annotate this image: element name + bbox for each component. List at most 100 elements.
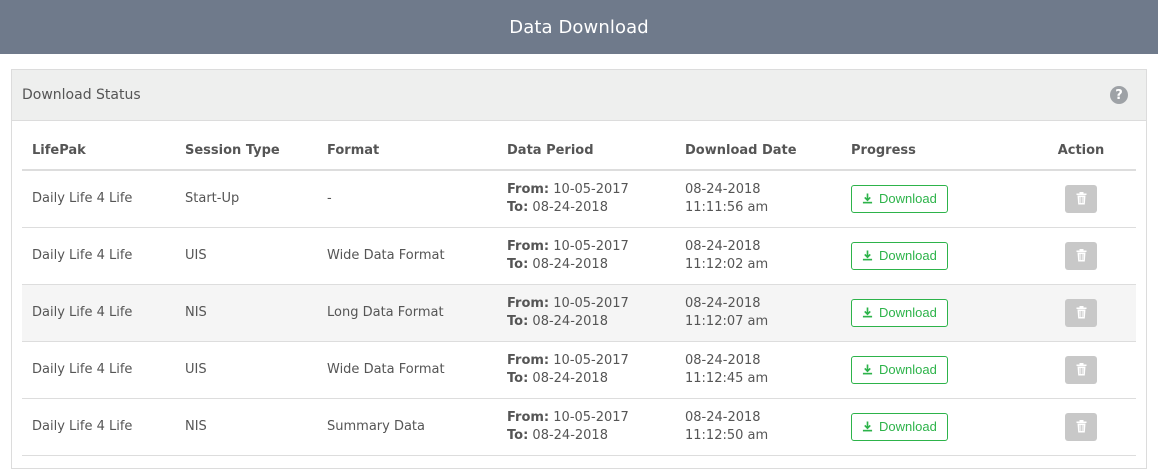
download-time: 11:12:02 am [685, 256, 769, 272]
column-header-action[interactable]: Action [1026, 132, 1136, 171]
session-type-cell: UIS [175, 227, 317, 285]
table-header-row: LifePak Session Type Format Data Period … [22, 132, 1136, 171]
trash-icon [1076, 420, 1086, 433]
trash-icon [1076, 363, 1086, 376]
data-period-cell: From: 10-05-2017 To: 08-24-2018 [497, 398, 675, 456]
download-date: 08-24-2018 [685, 295, 761, 311]
download-date-cell: 08-24-2018 11:12:02 am [675, 227, 841, 285]
session-type-cell: UIS [175, 341, 317, 399]
session-type-cell: NIS [175, 398, 317, 456]
column-header-lifepak[interactable]: LifePak [22, 132, 175, 171]
download-date: 08-24-2018 [685, 181, 761, 197]
column-header-progress[interactable]: Progress [841, 132, 1026, 171]
lifepak-cell: Daily Life 4 Life [22, 341, 175, 399]
lifepak-cell: Daily Life 4 Life [22, 170, 175, 228]
table-row: Daily Life 4 Life NIS Long Data Format F… [22, 284, 1136, 342]
format-cell: Wide Data Format [317, 341, 497, 399]
to-date: 08-24-2018 [532, 313, 608, 329]
delete-button[interactable] [1065, 298, 1097, 327]
download-date: 08-24-2018 [685, 352, 761, 368]
download-time: 11:11:56 am [685, 199, 769, 215]
panel-header: Download Status ? [12, 70, 1146, 121]
download-button[interactable]: Download [851, 184, 948, 213]
download-button-label: Download [879, 305, 937, 320]
from-label: From: [507, 295, 550, 311]
download-time: 11:12:45 am [685, 370, 769, 386]
download-date-cell: 08-24-2018 11:12:45 am [675, 341, 841, 399]
progress-cell: Download [841, 170, 1026, 228]
download-date: 08-24-2018 [685, 409, 761, 425]
from-date: 10-05-2017 [553, 352, 629, 368]
download-icon [862, 364, 873, 375]
action-cell [1026, 284, 1136, 342]
action-cell [1026, 170, 1136, 228]
delete-button[interactable] [1065, 241, 1097, 270]
download-button[interactable]: Download [851, 241, 948, 270]
trash-icon [1076, 306, 1086, 319]
progress-cell: Download [841, 341, 1026, 399]
download-date: 08-24-2018 [685, 238, 761, 254]
table-row: Daily Life 4 Life NIS Summary Data From:… [22, 398, 1136, 456]
download-button-label: Download [879, 191, 937, 207]
download-icon [862, 193, 873, 204]
to-label: To: [507, 370, 529, 386]
panel-title: Download Status [22, 87, 141, 103]
from-date: 10-05-2017 [553, 181, 629, 197]
download-button[interactable]: Download [851, 355, 948, 384]
session-type-cell: Start-Up [175, 170, 317, 228]
progress-cell: Download [841, 398, 1026, 456]
lifepak-cell: Daily Life 4 Life [22, 227, 175, 285]
download-time: 11:12:07 am [685, 313, 769, 329]
from-date: 10-05-2017 [553, 238, 629, 254]
download-button-label: Download [879, 419, 937, 434]
to-label: To: [507, 427, 529, 443]
data-period-cell: From: 10-05-2017 To: 08-24-2018 [497, 227, 675, 285]
column-header-download-date[interactable]: Download Date [675, 132, 841, 171]
download-status-panel: Download Status ? LifePak Session Type F… [11, 69, 1147, 469]
session-type-cell: NIS [175, 284, 317, 342]
column-header-data-period[interactable]: Data Period [497, 132, 675, 171]
data-period-cell: From: 10-05-2017 To: 08-24-2018 [497, 170, 675, 228]
delete-button[interactable] [1065, 412, 1097, 441]
format-cell: Long Data Format [317, 284, 497, 342]
to-date: 08-24-2018 [532, 199, 608, 215]
table-row: Daily Life 4 Life UIS Wide Data Format F… [22, 341, 1136, 399]
action-cell [1026, 341, 1136, 399]
delete-button[interactable] [1065, 355, 1097, 384]
download-button-label: Download [879, 362, 937, 377]
from-label: From: [507, 409, 550, 425]
action-cell [1026, 398, 1136, 456]
format-cell: Wide Data Format [317, 227, 497, 285]
data-period-cell: From: 10-05-2017 To: 08-24-2018 [497, 284, 675, 342]
app-header: Data Download [0, 0, 1158, 54]
column-header-session-type[interactable]: Session Type [175, 132, 317, 171]
to-date: 08-24-2018 [532, 427, 608, 443]
download-button-label: Download [879, 248, 937, 263]
delete-button[interactable] [1065, 184, 1097, 213]
to-label: To: [507, 313, 529, 329]
from-label: From: [507, 352, 550, 368]
from-date: 10-05-2017 [553, 295, 629, 311]
from-date: 10-05-2017 [553, 409, 629, 425]
download-date-cell: 08-24-2018 11:11:56 am [675, 170, 841, 228]
from-label: From: [507, 238, 550, 254]
download-button[interactable]: Download [851, 412, 948, 441]
download-date-cell: 08-24-2018 11:12:50 am [675, 398, 841, 456]
to-date: 08-24-2018 [532, 256, 608, 272]
trash-icon [1076, 192, 1086, 205]
download-icon [862, 307, 873, 318]
download-status-table: LifePak Session Type Format Data Period … [22, 132, 1136, 456]
table-row: Daily Life 4 Life Start-Up - From: 10-05… [22, 170, 1136, 228]
format-cell: Summary Data [317, 398, 497, 456]
lifepak-cell: Daily Life 4 Life [22, 284, 175, 342]
to-label: To: [507, 256, 529, 272]
table-row: Daily Life 4 Life UIS Wide Data Format F… [22, 227, 1136, 285]
format-cell: - [317, 170, 497, 228]
to-label: To: [507, 199, 529, 215]
question-circle-icon[interactable]: ? [1110, 86, 1128, 104]
download-date-cell: 08-24-2018 11:12:07 am [675, 284, 841, 342]
trash-icon [1076, 249, 1086, 262]
column-header-format[interactable]: Format [317, 132, 497, 171]
data-period-cell: From: 10-05-2017 To: 08-24-2018 [497, 341, 675, 399]
download-button[interactable]: Download [851, 298, 948, 327]
